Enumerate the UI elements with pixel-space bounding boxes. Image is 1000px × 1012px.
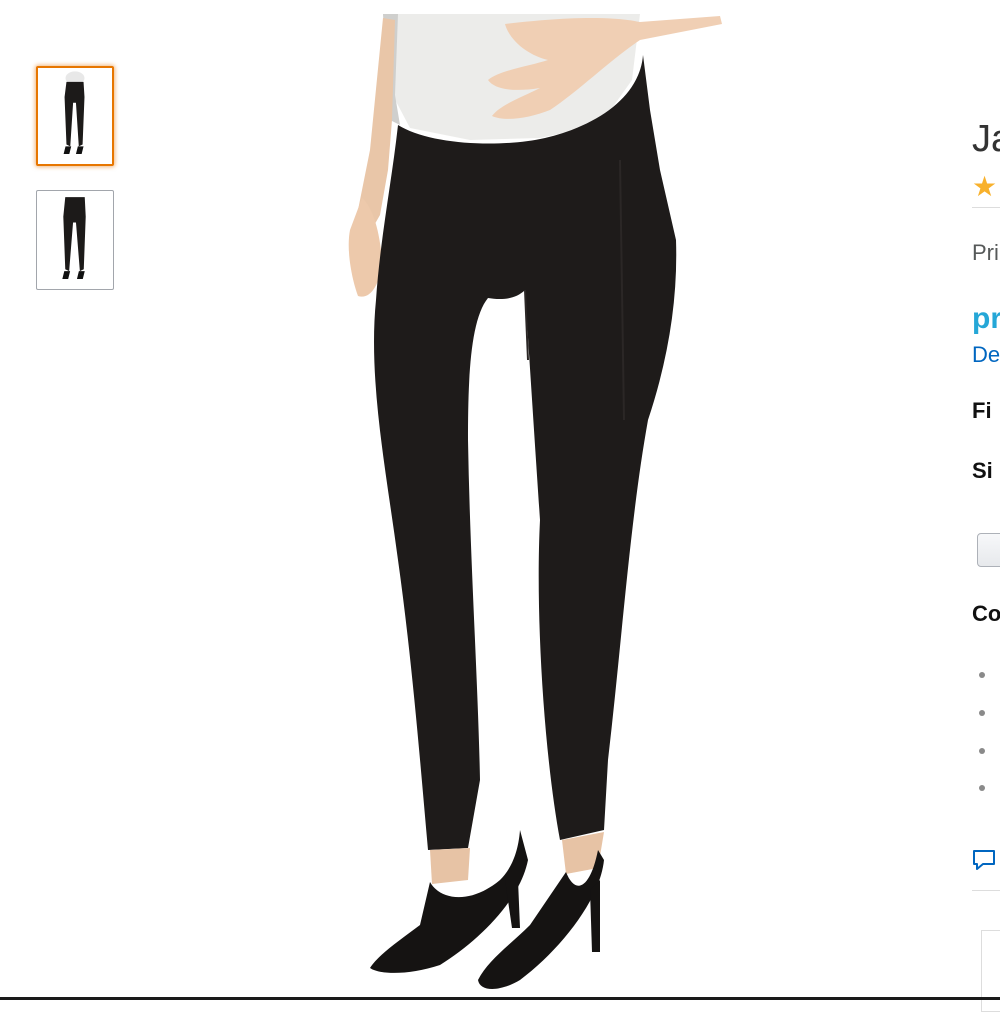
feature-bullet bbox=[979, 748, 985, 754]
divider bbox=[972, 890, 1000, 891]
feature-bullet bbox=[979, 785, 985, 791]
delivery-link[interactable]: De bbox=[972, 342, 1000, 368]
color-label: Co bbox=[972, 601, 1000, 626]
feature-bullet bbox=[979, 710, 985, 716]
size-label: Si bbox=[972, 458, 993, 483]
feature-bullet bbox=[979, 672, 985, 678]
product-title[interactable]: Ja bbox=[972, 118, 1000, 161]
main-product-image[interactable] bbox=[290, 14, 810, 1000]
star-icon[interactable]: ★ bbox=[972, 170, 997, 203]
price-label: Pri bbox=[972, 240, 999, 265]
fit-label: Fi bbox=[972, 398, 992, 423]
prime-logo: pr bbox=[972, 302, 1000, 335]
product-photo bbox=[348, 14, 722, 989]
thumbnail-back[interactable] bbox=[36, 190, 114, 290]
thumbnail-front[interactable] bbox=[36, 66, 114, 166]
size-select[interactable] bbox=[977, 533, 1000, 567]
thumbnail-back-image bbox=[62, 197, 86, 279]
speech-bubble-icon[interactable] bbox=[971, 848, 997, 872]
thumbnail-front-image bbox=[63, 71, 85, 154]
divider bbox=[972, 207, 1000, 208]
